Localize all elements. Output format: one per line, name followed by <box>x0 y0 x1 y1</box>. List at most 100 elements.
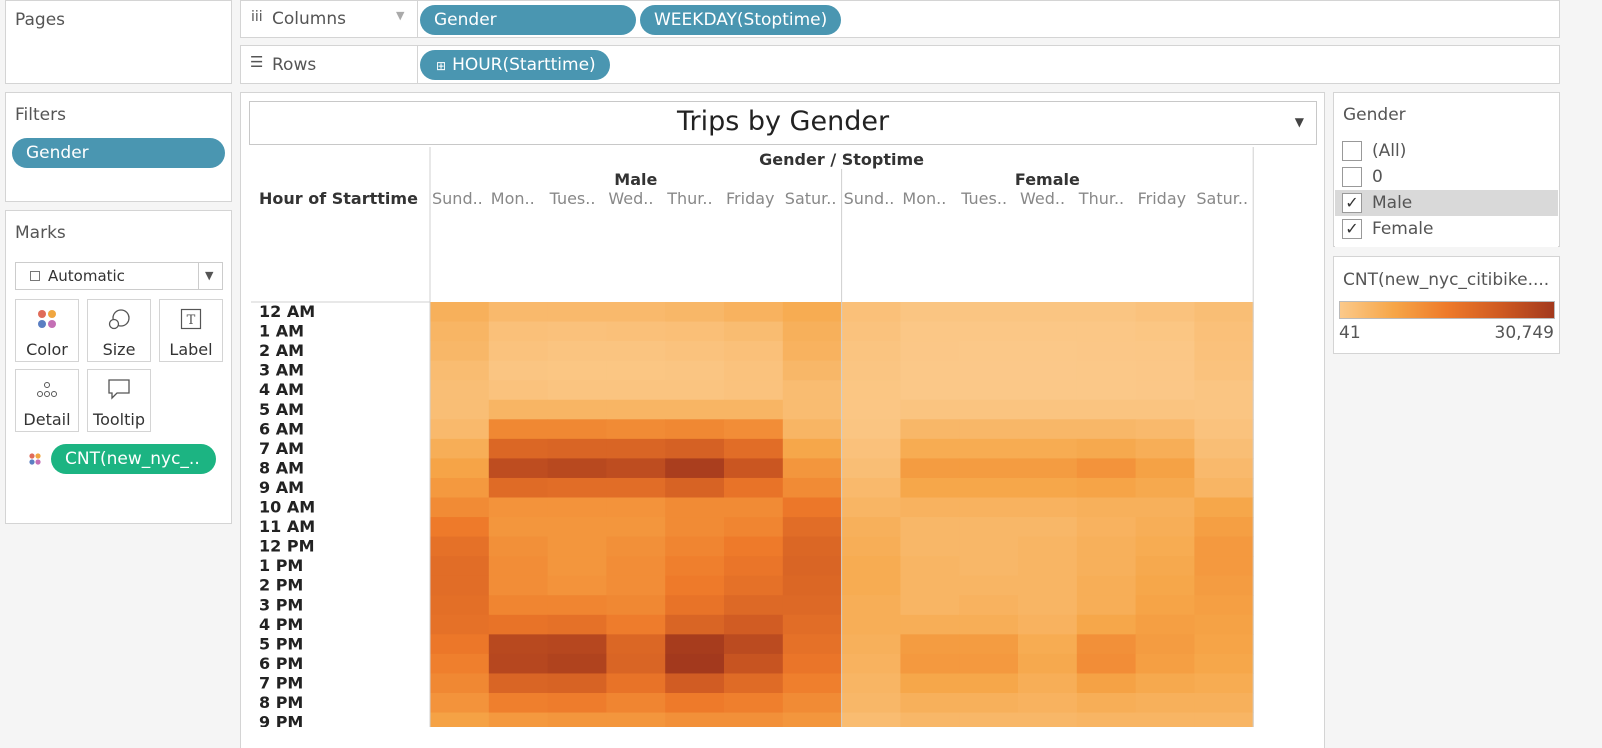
heatmap-cell <box>665 477 725 498</box>
checkbox-all[interactable] <box>1342 141 1362 161</box>
hour-label: 12 PM <box>259 537 314 556</box>
heatmap-cell <box>841 595 901 616</box>
heatmap-cell <box>547 536 607 557</box>
legend-item-male[interactable]: ✓ Male <box>1335 190 1558 216</box>
legend-item-all[interactable]: (All) <box>1335 138 1558 164</box>
rows-icon: ☰ <box>250 53 264 71</box>
heatmap-cell <box>724 556 784 577</box>
hour-label: 5 AM <box>259 400 304 419</box>
heatmap-cell <box>1194 341 1254 362</box>
heatmap-cell <box>606 341 666 362</box>
heatmap-cell <box>1135 712 1195 727</box>
heatmap-cell <box>782 438 843 459</box>
heatmap-cell <box>724 712 784 727</box>
pages-shelf[interactable]: Pages <box>5 0 232 84</box>
filters-shelf[interactable]: Filters Gender <box>5 92 232 202</box>
heatmap-cell <box>1018 556 1078 577</box>
columns-label: Columns <box>272 9 346 29</box>
view-title-box[interactable]: Trips by Gender ▼ <box>249 101 1317 145</box>
heatmap-cell <box>547 575 607 596</box>
columns-pill-weekday[interactable]: WEEKDAY(Stoptime) <box>640 5 842 35</box>
columns-pill-gender[interactable]: Gender <box>420 5 636 35</box>
rows-shelf[interactable]: ☰ Rows ⊞ HOUR(Starttime) <box>240 45 1560 84</box>
heatmap-cell <box>782 302 843 323</box>
gender-legend-title: Gender <box>1343 105 1406 125</box>
size-button[interactable]: Size <box>87 299 151 362</box>
hour-label: 1 PM <box>259 556 303 575</box>
legend-item-0[interactable]: 0 <box>1335 164 1558 190</box>
heatmap-cell <box>1018 693 1078 714</box>
heatmap-cell <box>724 341 784 362</box>
heatmap-cell <box>547 302 607 323</box>
heatmap-cell <box>782 673 843 694</box>
heatmap-cell <box>724 653 784 674</box>
view-title: Trips by Gender <box>676 106 890 137</box>
hour-label: 8 AM <box>259 458 304 477</box>
heatmap-cell <box>1076 321 1137 342</box>
heatmap-cell <box>724 575 784 596</box>
heatmap-cell <box>1194 497 1254 518</box>
weekday-header: Mon.. <box>902 189 946 208</box>
heatmap-cell <box>1076 517 1137 538</box>
heatmap-cell <box>665 653 725 674</box>
heatmap-cell <box>724 438 784 459</box>
heatmap-cell <box>782 693 843 714</box>
heatmap-cell <box>547 497 607 518</box>
heatmap-cell <box>1135 419 1195 440</box>
heatmap-cell <box>724 595 784 616</box>
filter-pill-gender[interactable]: Gender <box>12 138 225 168</box>
heatmap-cell <box>665 380 725 401</box>
weekday-header: Tues.. <box>960 189 1007 208</box>
chevron-down-icon[interactable]: ▼ <box>396 9 404 22</box>
columns-shelf[interactable]: iii Columns ▼ Gender WEEKDAY(Stoptime) <box>240 0 1560 38</box>
heatmap-cell <box>959 673 1019 694</box>
heatmap-cell <box>724 634 784 655</box>
hour-label: 7 AM <box>259 439 304 458</box>
heatmap-cell <box>547 438 607 459</box>
heatmap-cell <box>488 556 549 577</box>
legend-item-female[interactable]: ✓ Female <box>1335 216 1558 242</box>
heatmap-cell <box>1018 673 1078 694</box>
heatmap-cell <box>959 575 1019 596</box>
heatmap-cell <box>488 653 549 674</box>
heatmap-cell <box>1018 399 1078 420</box>
heatmap-cell <box>1194 536 1254 557</box>
heatmap-cell <box>959 653 1019 674</box>
heatmap-cell <box>841 380 901 401</box>
color-button[interactable]: Color <box>15 299 79 362</box>
heatmap-cell <box>1194 321 1254 342</box>
heatmap-cell <box>430 673 490 694</box>
chevron-down-icon[interactable]: ▼ <box>1295 115 1304 129</box>
heatmap-cell <box>488 458 549 479</box>
mark-type-label: Automatic <box>48 267 125 285</box>
heatmap-cell <box>1018 497 1078 518</box>
heatmap-cell <box>1076 458 1137 479</box>
cnt-field-pill[interactable]: CNT(new_nyc_.. <box>51 444 216 474</box>
detail-button[interactable]: Detail <box>15 369 79 432</box>
heatmap-cell <box>547 419 607 440</box>
heatmap-cell <box>430 595 490 616</box>
heatmap-cell <box>1076 556 1137 577</box>
heatmap-cell <box>900 380 960 401</box>
heatmap-cell <box>841 399 901 420</box>
checkbox-0[interactable] <box>1342 167 1362 187</box>
heatmap-cell <box>430 360 490 381</box>
size-label: Size <box>102 340 136 359</box>
checkbox-female[interactable]: ✓ <box>1342 219 1362 239</box>
tooltip-button[interactable]: Tooltip <box>87 369 151 432</box>
heatmap-cell <box>841 614 901 635</box>
heatmap-cell <box>841 634 901 655</box>
heatmap-cell <box>430 517 490 538</box>
heatmap-cell <box>900 634 960 655</box>
label-button[interactable]: T Label <box>159 299 223 362</box>
checkbox-male[interactable]: ✓ <box>1342 193 1362 213</box>
heatmap-cell <box>724 458 784 479</box>
heatmap-cell <box>430 341 490 362</box>
rows-pill-hour[interactable]: ⊞ HOUR(Starttime) <box>420 50 610 80</box>
column-header: Gender / Stoptime <box>759 150 924 169</box>
mark-type-dropdown[interactable]: Automatic ▼ <box>15 262 223 290</box>
heatmap-cell <box>900 712 960 727</box>
heatmap-cell <box>724 380 784 401</box>
expand-icon[interactable]: ⊞ <box>436 59 446 73</box>
heatmap-cell <box>1135 634 1195 655</box>
